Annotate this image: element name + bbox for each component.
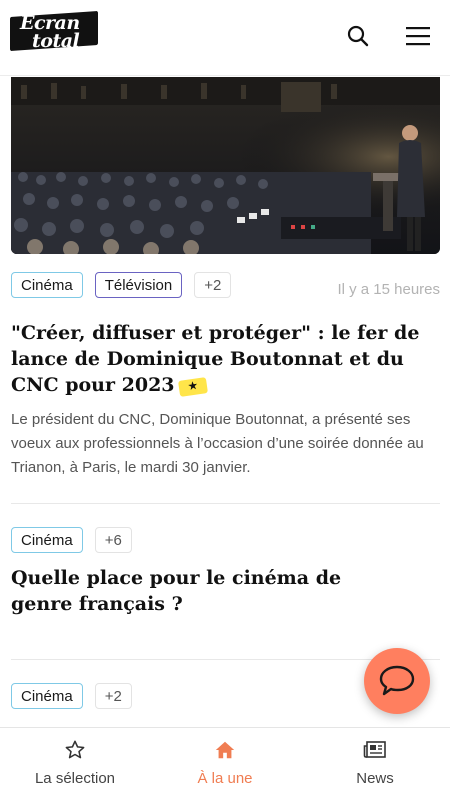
article-1-tags: Cinéma Télévision +2 (11, 272, 232, 298)
nav-label-news: News (356, 770, 394, 787)
nav-item-news[interactable]: News (300, 728, 450, 800)
hamburger-menu-icon[interactable] (404, 22, 432, 50)
tag-cinema[interactable]: Cinéma (11, 683, 83, 709)
home-icon (213, 738, 237, 762)
ecran-total-logo[interactable]: Écran total (10, 10, 100, 54)
nav-item-selection[interactable]: La sélection (0, 728, 150, 800)
article-hero-image[interactable] (11, 77, 440, 254)
chat-button[interactable] (364, 648, 430, 714)
search-icon[interactable] (344, 22, 372, 50)
tag-cinema[interactable]: Cinéma (11, 527, 83, 553)
tag-more-count[interactable]: +6 (94, 527, 132, 553)
chat-bubble-icon (379, 665, 415, 696)
bottom-navigation: La sélection À la une News (0, 727, 450, 800)
app-header: Écran total (0, 0, 450, 76)
nav-label-selection: La sélection (34, 770, 116, 787)
news-feed: Cinéma Télévision +2 Il y a 15 heures "C… (0, 77, 450, 727)
featured-badge-icon: ★ (177, 377, 208, 397)
nav-item-a-la-une[interactable]: À la une (150, 728, 300, 800)
tag-more-count[interactable]: +2 (94, 683, 132, 709)
article-2-tags: Cinéma +6 (11, 527, 132, 553)
article-1-timestamp: Il y a 15 heures (337, 281, 440, 298)
article-1-title[interactable]: "Créer, diffuser et protéger" : le fer d… (11, 320, 431, 398)
article-divider (11, 503, 440, 504)
tag-more-count[interactable]: +2 (194, 272, 232, 298)
tag-television[interactable]: Télévision (94, 272, 183, 298)
logo-line-2: total (32, 30, 80, 52)
nav-label-a-la-une: À la une (197, 770, 253, 787)
article-1-excerpt: Le président du CNC, Dominique Boutonnat… (11, 411, 424, 476)
article-1-title-text: "Créer, diffuser et protéger" : le fer d… (11, 322, 420, 396)
newspaper-icon (363, 738, 387, 762)
article-3-tags: Cinéma +2 (11, 683, 132, 709)
star-icon (63, 738, 87, 762)
tag-cinema[interactable]: Cinéma (11, 272, 83, 298)
article-2-title[interactable]: Quelle place pour le cinéma de genre fra… (11, 565, 391, 617)
